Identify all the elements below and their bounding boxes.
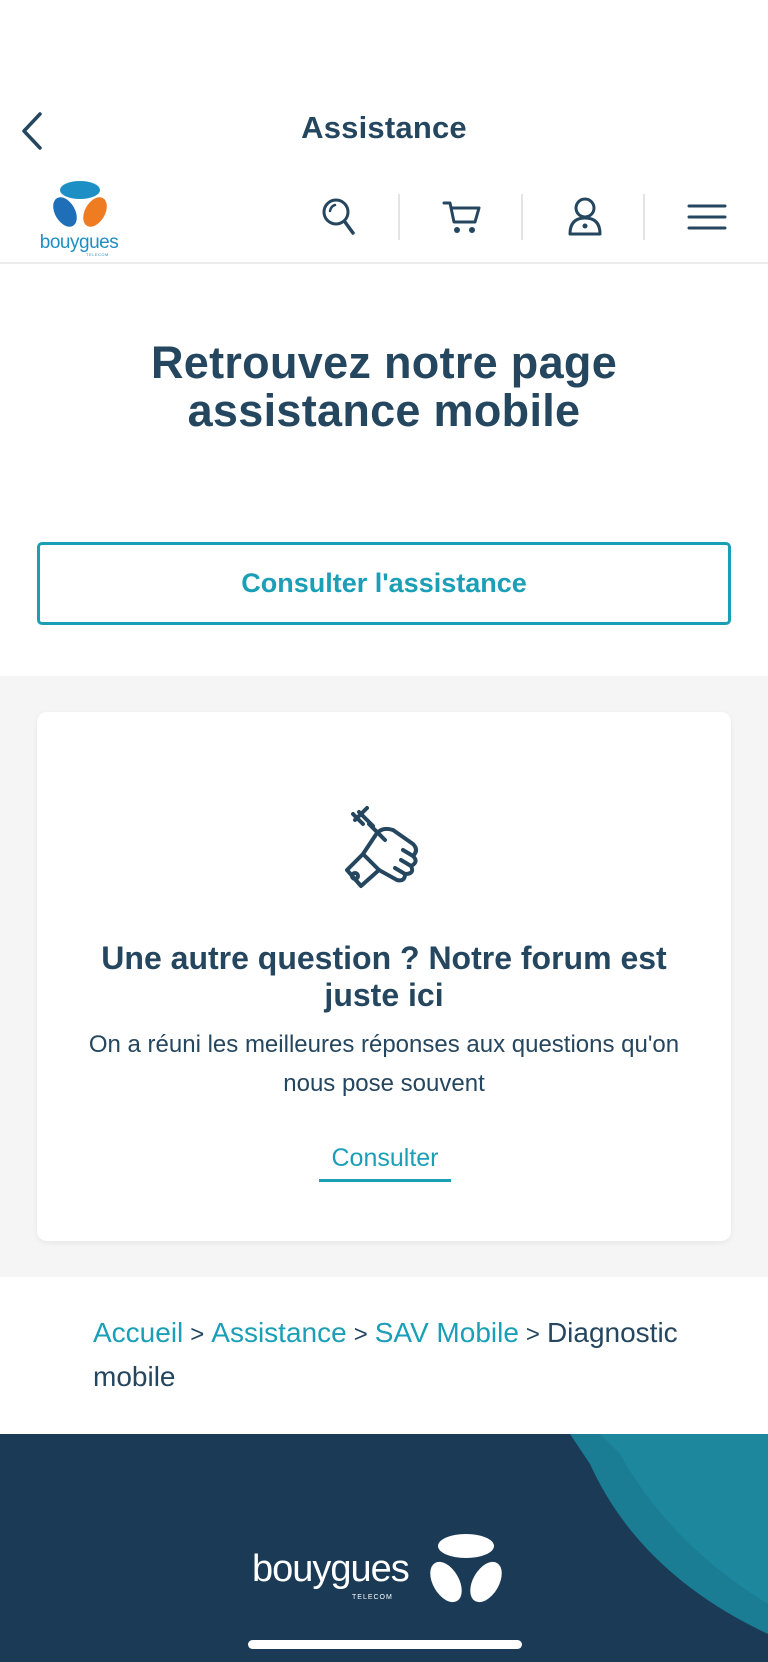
forum-card: Une autre question ? Notre forum est jus… bbox=[37, 712, 731, 1241]
header-divider bbox=[521, 194, 523, 240]
status-bar-area bbox=[0, 0, 768, 92]
forum-section: Une autre question ? Notre forum est jus… bbox=[0, 676, 768, 1277]
account-button[interactable] bbox=[560, 192, 610, 242]
hero-section: Retrouvez notre page assistance mobile C… bbox=[0, 264, 768, 676]
site-footer: bouygues TELECOM bbox=[0, 1434, 768, 1662]
top-navigation-bar: Assistance bbox=[0, 92, 768, 168]
breadcrumb-item-sav-mobile[interactable]: SAV Mobile bbox=[375, 1317, 519, 1348]
cart-icon bbox=[442, 201, 481, 233]
breadcrumb-item-accueil[interactable]: Accueil bbox=[93, 1317, 183, 1348]
forum-card-description: On a réuni les meilleures réponses aux q… bbox=[88, 1031, 680, 1097]
page-title: Assistance bbox=[301, 110, 467, 145]
menu-button[interactable] bbox=[682, 192, 732, 242]
forum-consult-link[interactable]: Consulter bbox=[319, 1144, 451, 1182]
menu-icon bbox=[687, 204, 727, 230]
logo-text: bouygues bbox=[39, 232, 119, 253]
search-icon bbox=[322, 198, 355, 235]
hero-title: Retrouvez notre page assistance mobile bbox=[150, 337, 618, 436]
chevron-right-icon: > bbox=[353, 1321, 368, 1348]
footer-logo-subtext: TELECOM bbox=[352, 1594, 393, 1601]
repair-hand-icon bbox=[345, 806, 418, 888]
footer-logo-mark-icon bbox=[430, 1534, 502, 1603]
forum-card-title: Une autre question ? Notre forum est jus… bbox=[101, 940, 667, 1013]
footer-logo-text: bouygues bbox=[252, 1548, 410, 1590]
header-divider bbox=[643, 194, 645, 240]
footer-logo[interactable]: bouygues TELECOM bbox=[252, 1532, 514, 1622]
search-button[interactable] bbox=[314, 192, 364, 242]
consult-assistance-button[interactable]: Consulter l'assistance bbox=[37, 542, 731, 625]
home-indicator[interactable] bbox=[248, 1640, 522, 1649]
bouygues-logo[interactable]: bouygues TELECOM bbox=[38, 178, 120, 258]
breadcrumb-item-assistance[interactable]: Assistance bbox=[211, 1317, 346, 1348]
cart-button[interactable] bbox=[437, 192, 487, 242]
logo-subtext: TELECOM bbox=[86, 252, 109, 257]
breadcrumb: Accueil > Assistance > SAV Mobile > Diagnostic… bbox=[93, 1312, 728, 1398]
header-divider bbox=[398, 194, 400, 240]
chevron-right-icon: > bbox=[190, 1321, 205, 1348]
site-header: bouygues TELECOM bbox=[0, 168, 768, 264]
user-icon bbox=[568, 197, 602, 236]
logo-mark-icon bbox=[53, 181, 107, 227]
chevron-right-icon: > bbox=[525, 1321, 540, 1348]
